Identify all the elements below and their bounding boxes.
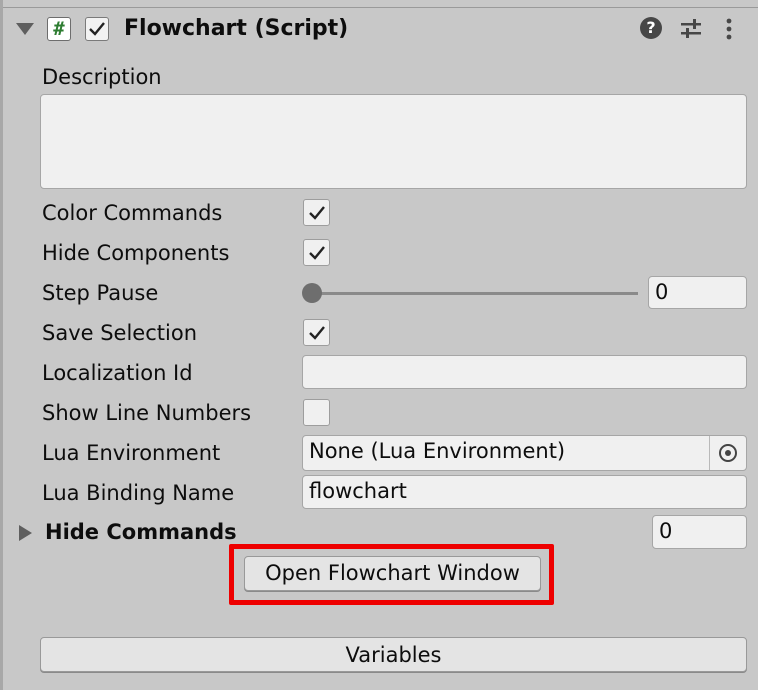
show-line-numbers-label: Show Line Numbers — [42, 401, 252, 425]
step-pause-input[interactable]: 0 — [648, 276, 747, 309]
component-title: Flowchart (Script) — [124, 16, 349, 41]
lua-binding-name-label: Lua Binding Name — [42, 481, 235, 505]
component-enabled-checkbox[interactable] — [85, 17, 109, 41]
help-icon[interactable]: ? — [640, 17, 662, 39]
hide-commands-count-input[interactable]: 0 — [652, 515, 747, 549]
checkmark-icon — [89, 22, 105, 36]
step-pause-slider-thumb[interactable] — [302, 283, 322, 303]
color-commands-label: Color Commands — [42, 201, 223, 225]
localization-id-label: Localization Id — [42, 361, 193, 385]
open-flowchart-window-button[interactable]: Open Flowchart Window — [244, 556, 541, 591]
inspector-left-border — [0, 0, 3, 690]
lua-environment-object-field[interactable]: None (Lua Environment) — [302, 435, 747, 471]
component-header: # Flowchart (Script) ? — [0, 9, 758, 49]
hide-commands-foldout[interactable]: Hide Commands — [45, 518, 237, 546]
lua-binding-name-input[interactable]: flowchart — [302, 475, 747, 509]
checkmark-icon — [309, 246, 325, 260]
checkmark-icon — [309, 326, 325, 340]
step-pause-label: Step Pause — [42, 281, 159, 305]
hide-components-checkbox[interactable] — [303, 239, 330, 266]
checkmark-icon — [309, 206, 325, 220]
description-textarea[interactable] — [40, 94, 747, 189]
save-selection-label: Save Selection — [42, 321, 197, 345]
presets-icon[interactable] — [679, 16, 703, 42]
hide-components-label: Hide Components — [42, 241, 230, 265]
step-pause-slider-track[interactable] — [311, 292, 638, 295]
script-icon: # — [47, 17, 71, 41]
description-label: Description — [42, 65, 162, 89]
save-selection-checkbox[interactable] — [303, 319, 330, 346]
collapse-arrow-icon[interactable] — [16, 23, 34, 35]
variables-button[interactable]: Variables — [40, 637, 747, 672]
inspector-top-border — [0, 0, 758, 8]
expand-arrow-icon[interactable] — [19, 525, 32, 541]
object-picker-icon[interactable] — [709, 436, 747, 470]
color-commands-checkbox[interactable] — [303, 199, 330, 226]
menu-icon[interactable] — [722, 16, 736, 42]
lua-environment-label: Lua Environment — [42, 441, 221, 465]
show-line-numbers-checkbox[interactable] — [303, 399, 330, 426]
localization-id-input[interactable] — [302, 355, 747, 389]
